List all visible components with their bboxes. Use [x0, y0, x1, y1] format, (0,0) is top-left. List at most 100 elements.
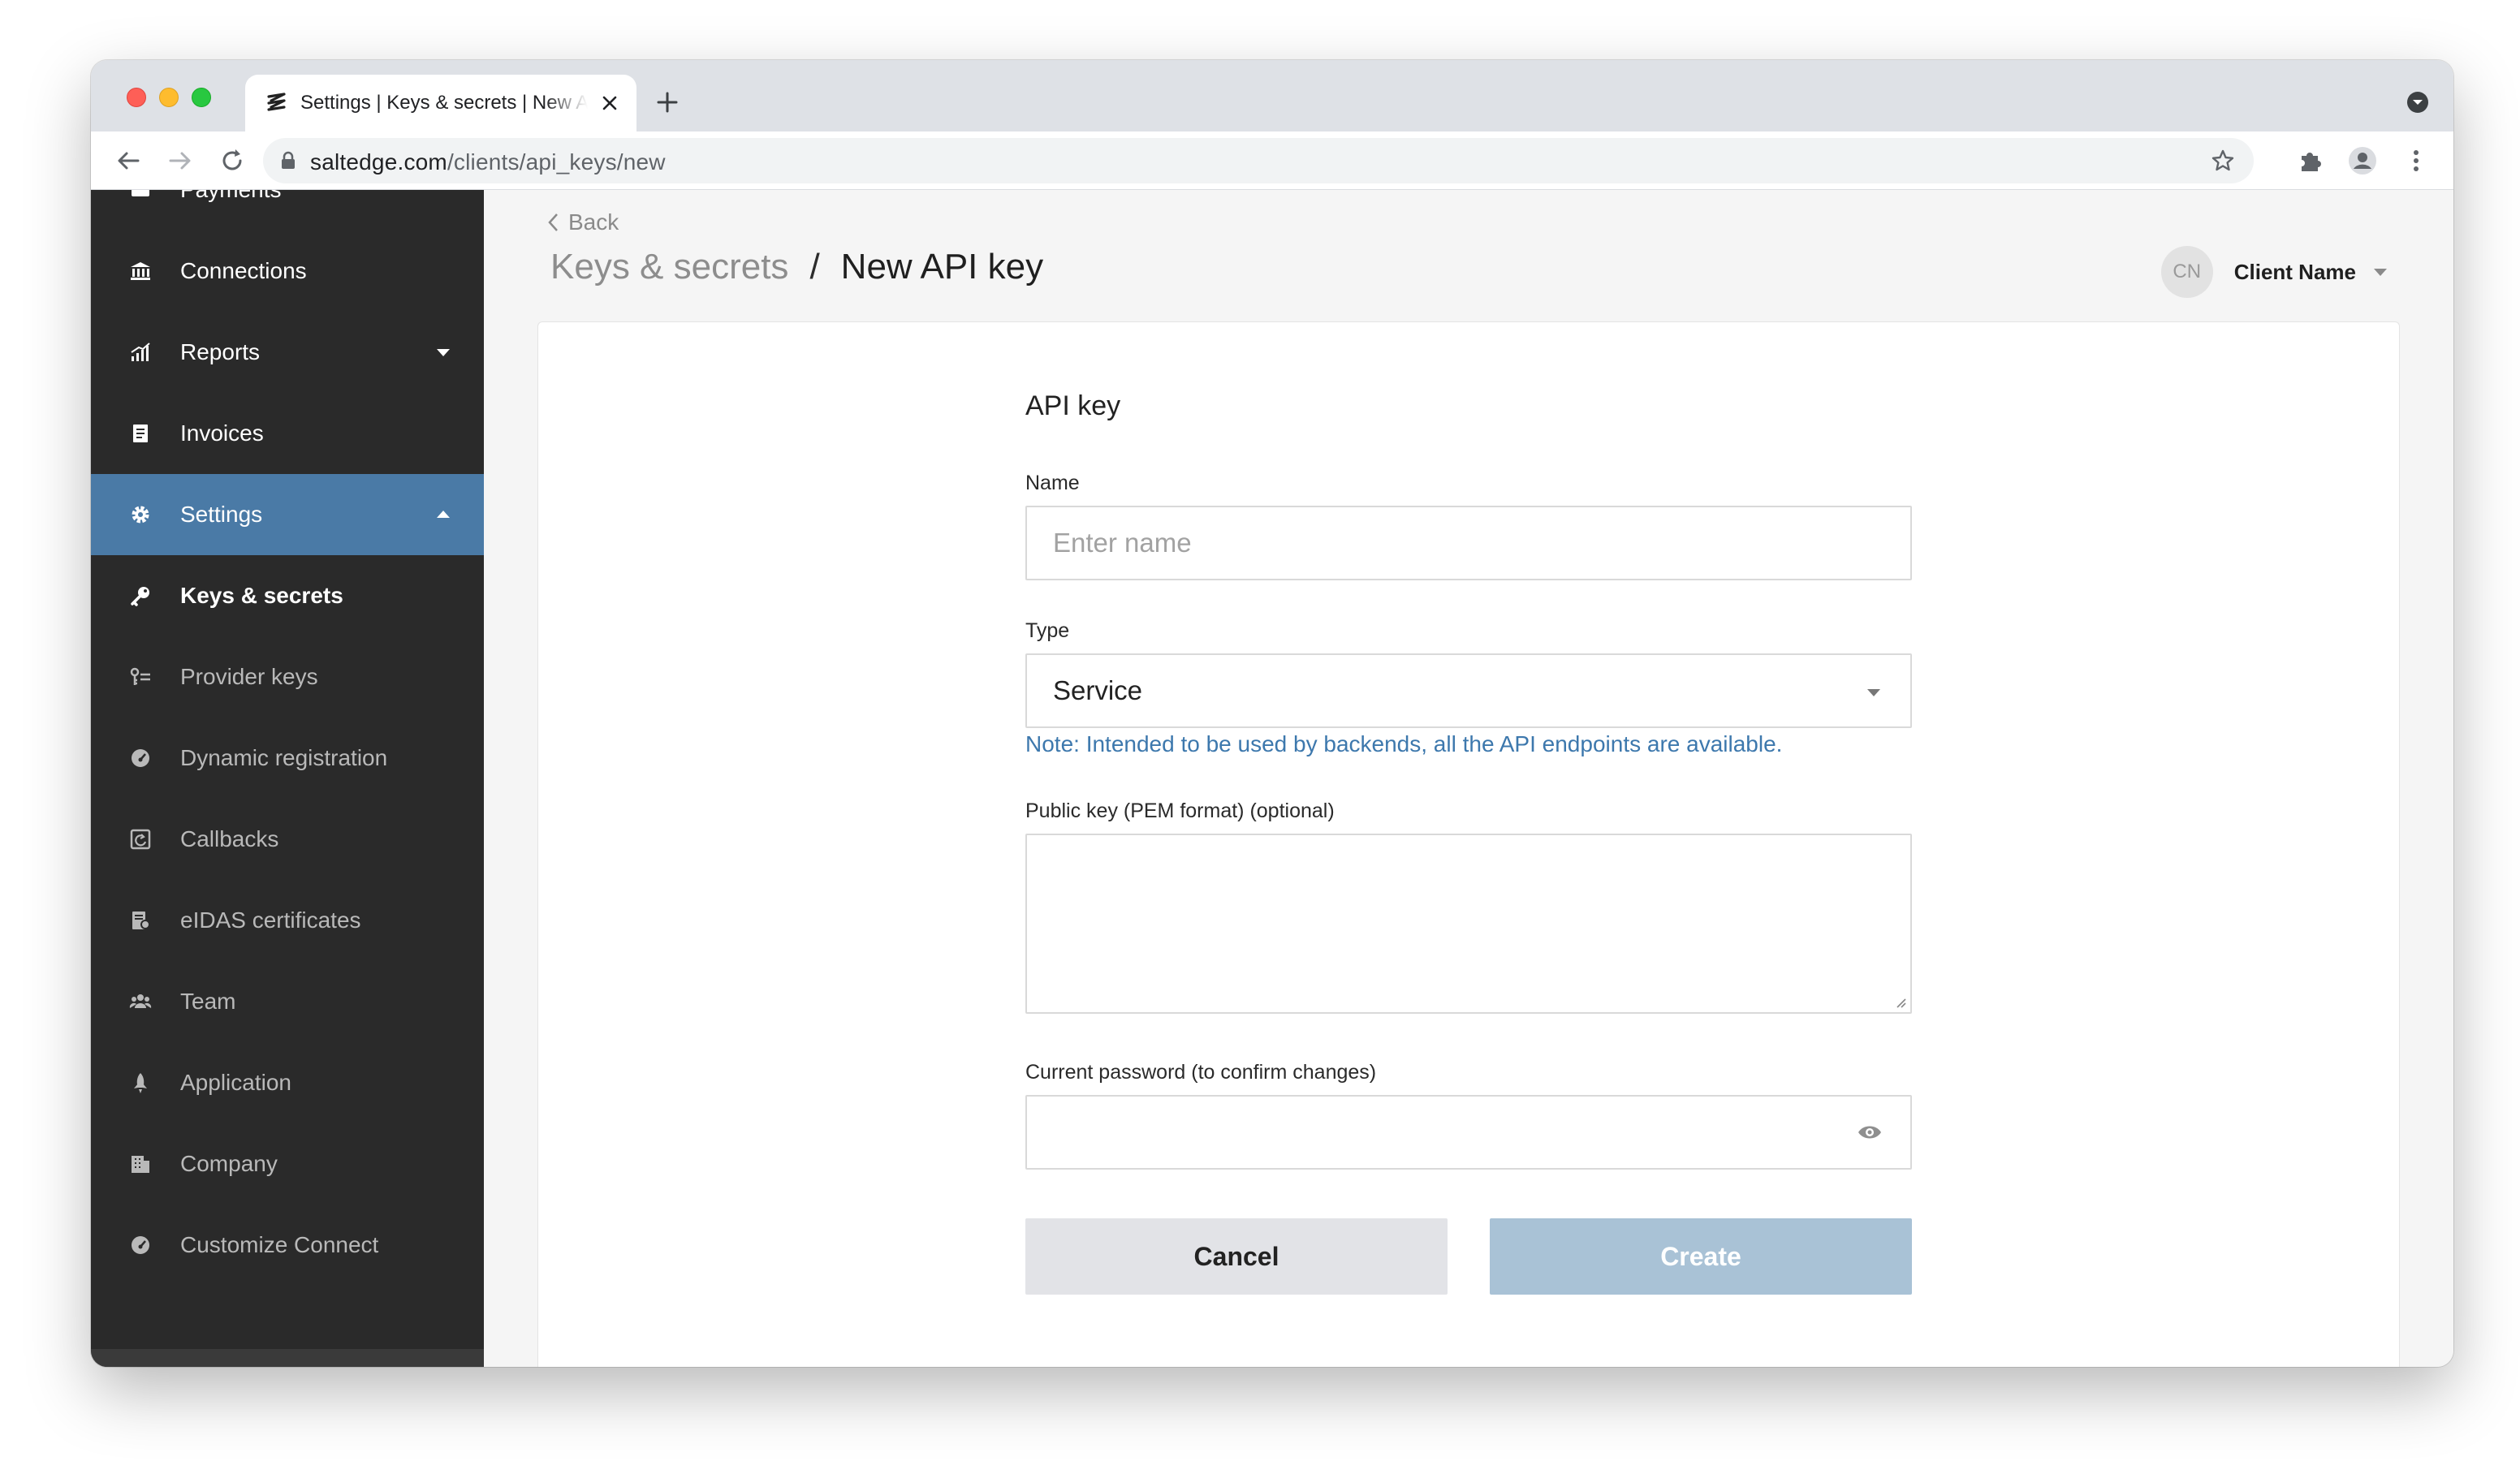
minimize-window-button[interactable] [159, 88, 179, 107]
browser-tab[interactable]: Settings | Keys & secrets | New API key [245, 75, 636, 131]
sidebar-item-label: Settings [180, 502, 263, 527]
close-window-button[interactable] [127, 88, 146, 107]
user-menu[interactable]: CN Client Name [2160, 245, 2388, 299]
type-note: Note: Intended to be used by backends, a… [1025, 731, 1783, 756]
chevron-down-icon [2374, 269, 2387, 276]
sidebar-item-dynamic-registration[interactable]: Dynamic registration [91, 718, 484, 799]
sidebar-item-keys-secrets[interactable]: Keys & secrets [91, 555, 484, 636]
main-panel: Back Keys & secrets / New API key CN Cli… [484, 190, 2453, 1367]
back-arrow-icon[interactable] [114, 146, 143, 175]
eye-icon[interactable] [1857, 1121, 1883, 1144]
url-text: saltedge.com/clients/api_keys/new [310, 149, 666, 175]
type-label: Type [1025, 619, 1070, 642]
name-placeholder: Enter name [1053, 528, 1192, 558]
sidebar-item-label: Invoices [180, 420, 264, 446]
sidebar-item-connections[interactable]: Connections [91, 231, 484, 312]
payments-icon [128, 190, 153, 202]
chevron-up-icon [437, 511, 450, 518]
palette-icon [128, 1233, 153, 1257]
sidebar-item-provider-keys[interactable]: Provider keys [91, 636, 484, 718]
browser-menu-icon[interactable] [2400, 144, 2432, 177]
name-input[interactable]: Enter name [1025, 506, 1912, 580]
back-link-label: Back [568, 209, 619, 235]
tab-title: Settings | Keys & secrets | New API key [300, 92, 588, 114]
sidebar-item-label: Dynamic registration [180, 745, 388, 770]
sidebar-item-settings[interactable]: Settings [91, 474, 484, 555]
sidebar-item-callbacks[interactable]: Callbacks [91, 799, 484, 880]
forward-arrow-icon[interactable] [166, 146, 195, 175]
new-tab-icon[interactable] [653, 88, 682, 117]
sidebar-item-label: Customize Connect [180, 1232, 379, 1257]
password-input[interactable] [1025, 1095, 1912, 1170]
callback-icon [128, 827, 153, 851]
sidebar-item-label: Application [180, 1070, 291, 1095]
close-tab-icon[interactable] [598, 91, 622, 115]
gauge-icon [128, 746, 153, 770]
sidebar-item-label: Connections [180, 258, 307, 283]
sidebar-item-label: Payments [180, 190, 282, 203]
certificate-icon [128, 908, 153, 933]
form-title: API key [1025, 390, 1121, 421]
browser-window: Settings | Keys & secrets | New API key [91, 60, 2453, 1367]
bank-icon [128, 259, 153, 283]
url-path: /clients/api_keys/new [447, 149, 666, 175]
breadcrumb: Keys & secrets / New API key [550, 247, 1043, 287]
name-label: Name [1025, 472, 1080, 494]
public-key-label: Public key (PEM format) (optional) [1025, 799, 1335, 822]
sidebar-item-label: eIDAS certificates [180, 907, 361, 933]
sidebar-item-application[interactable]: Application [91, 1042, 484, 1123]
extensions-puzzle-icon[interactable] [2294, 144, 2327, 177]
chart-icon [128, 340, 153, 364]
bookmark-star-icon[interactable] [2210, 148, 2236, 174]
chevron-left-icon [548, 213, 558, 231]
sidebar-item-label: Provider keys [180, 664, 318, 689]
cancel-button[interactable]: Cancel [1025, 1218, 1448, 1295]
page-title: New API key [840, 247, 1044, 287]
chevron-down-icon [1867, 689, 1880, 696]
sidebar-item-label: Team [180, 989, 236, 1014]
form-card: API key Name Enter name Type Service Not… [537, 321, 2400, 1367]
sidebar-item-eidas-certificates[interactable]: eIDAS certificates [91, 880, 484, 961]
breadcrumb-parent[interactable]: Keys & secrets [550, 247, 788, 287]
key-icon [128, 584, 153, 608]
address-bar[interactable]: saltedge.com/clients/api_keys/new [263, 138, 2254, 183]
saltedge-logo-icon [267, 93, 286, 111]
back-link[interactable]: Back [546, 209, 619, 235]
sidebar-item-customize-connect[interactable]: Customize Connect [91, 1205, 484, 1286]
sidebar-footer [91, 1349, 484, 1367]
gear-icon [128, 502, 153, 527]
browser-toolbar: saltedge.com/clients/api_keys/new [91, 131, 2453, 190]
breadcrumb-separator: / [809, 247, 820, 287]
sidebar-item-label: Company [180, 1151, 278, 1176]
password-label: Current password (to confirm changes) [1025, 1061, 1377, 1084]
chevron-down-icon [437, 349, 450, 356]
provider-key-icon [128, 665, 153, 689]
sidebar-item-company[interactable]: Company [91, 1123, 484, 1205]
user-name: Client Name [2233, 259, 2356, 284]
create-button[interactable]: Create [1490, 1218, 1912, 1295]
tab-strip: Settings | Keys & secrets | New API key [91, 60, 2453, 131]
avatar: CN [2160, 246, 2213, 298]
sidebar-item-label: Reports [180, 339, 261, 364]
team-icon [128, 989, 153, 1014]
profile-avatar-icon[interactable] [2346, 144, 2379, 177]
sidebar-item-label: Callbacks [180, 826, 279, 851]
sidebar-item-reports[interactable]: Reports [91, 312, 484, 393]
resize-handle-icon[interactable] [1894, 996, 1907, 1009]
sidebar-item-team[interactable]: Team [91, 961, 484, 1042]
tab-search-icon[interactable] [2405, 89, 2431, 115]
maximize-window-button[interactable] [192, 88, 211, 107]
invoice-icon [128, 421, 153, 446]
public-key-textarea[interactable] [1025, 834, 1912, 1014]
type-select-value: Service [1053, 675, 1143, 705]
lock-icon[interactable] [279, 151, 297, 170]
sidebar-item-invoices[interactable]: Invoices [91, 393, 484, 474]
sidebar-item-label: Keys & secrets [180, 583, 343, 608]
type-select[interactable]: Service [1025, 653, 1912, 728]
sidebar-item-payments[interactable]: Payments [91, 190, 484, 231]
url-host: saltedge.com [310, 149, 447, 175]
sidebar: Payments Connections Reports Invoices [91, 190, 484, 1367]
reload-icon[interactable] [218, 146, 247, 175]
page-content: Payments Connections Reports Invoices [91, 190, 2453, 1367]
rocket-icon [128, 1071, 153, 1095]
